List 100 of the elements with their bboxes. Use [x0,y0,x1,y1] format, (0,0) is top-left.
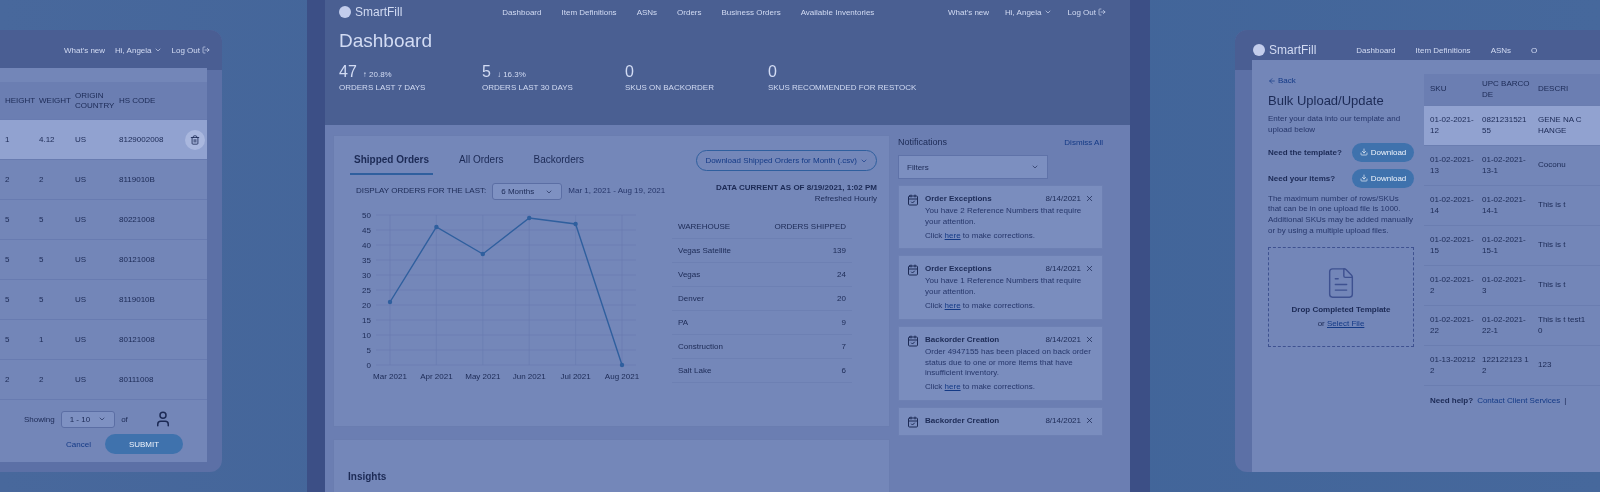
nav-link[interactable]: Log Out [171,45,210,55]
nav-link[interactable]: What's new [947,7,990,17]
data-timestamp: DATA CURRENT AS OF 8/19/2021, 1:02 PM [716,183,877,192]
nav-link[interactable]: What's new [63,45,106,55]
notification-title: Order Exceptions [925,264,992,274]
table-row[interactable]: 01-13-202122 122122123 12 123 [1424,346,1600,386]
stat-label: SKUS RECOMMENDED FOR RESTOCK [768,83,918,92]
axis-tick-label: Mar 2021 [373,372,407,381]
pagination-label: Showing [24,414,55,424]
select-file-text: or Select File [1317,318,1365,328]
table-cell-text: This is t [1538,200,1567,211]
nav-link[interactable]: Hi, Angela [1005,7,1052,17]
stat-change: ↓ 16.3% [496,70,526,79]
table-row[interactable]: 2 2 US 8119010B [0,160,207,200]
tab[interactable]: All Orders [455,146,508,175]
axis-tick-label: 25 [362,286,371,295]
table-row[interactable]: 5 5 US 80221008 [0,200,207,240]
notification-message: You have 2 Reference Numbers that require your attention. [925,206,1083,228]
data-point [434,224,439,230]
nav-link[interactable]: ASNs [636,7,658,17]
range-label: DISPLAY ORDERS FOR THE LAST: [356,186,487,195]
tab[interactable]: Backorders [529,146,589,175]
notification-title: Backorder Creation [925,334,1000,344]
table-cell-text: This is t [1538,240,1567,251]
nav-link[interactable]: ASNs [1490,45,1512,55]
panel-title: Notifications [898,137,948,147]
table-row[interactable]: 5 1 US 80121008 [0,320,207,360]
nav-link[interactable]: Item Definitions [1415,45,1471,55]
table-cell-text: 5 [5,215,11,224]
close-icon[interactable] [1085,415,1094,425]
table-cell-text: 8129002008 [119,135,165,144]
tab[interactable]: Shipped Orders [350,146,433,175]
table-row[interactable]: 01-02-2021-14 01-02-2021-14-1 This is t [1424,186,1600,226]
contact-link[interactable]: Contact Client Services [1477,396,1561,405]
nav-link[interactable]: Available Inventories [800,7,875,17]
table-cell-text: US [75,375,88,384]
notification-message: Order 4947155 has been placed on back order status due to one or more items that have insufficient inventory. [925,346,1092,380]
here-link[interactable]: here [944,382,961,392]
nav-link[interactable]: Orders [677,7,702,17]
here-link[interactable]: here [944,301,961,310]
close-icon[interactable] [1085,264,1094,274]
table-cell: 7 [841,342,846,351]
table-row[interactable]: 01-02-2021-22 01-02-2021-22-1 This is t test10 [1424,306,1600,346]
table-cell-text: 2 [39,375,45,384]
download-button[interactable]: Download [1352,168,1414,188]
delete-button[interactable] [185,129,205,150]
column-header: SKU [1430,84,1448,95]
axis-tick-label: Apr 2021 [420,372,453,381]
calendar-icon [907,264,919,277]
table-row[interactable]: 5 5 US 8119010B [0,280,207,320]
page-size-select[interactable]: 1 - 10 [60,410,116,428]
here-link[interactable]: here [944,230,961,240]
table-cell-text: 5 [5,335,11,344]
table-cell-text: 5 [39,215,45,224]
table-cell-text: 5 [5,255,11,264]
table-cell-text: 01-02-2021-14-1 [1482,195,1527,216]
table-cell-text: 2 [5,375,11,384]
table-row[interactable]: 01-02-2021-13 01-02-2021-13-1 Coconu [1424,146,1600,186]
logo-text: SmartFill [355,5,403,19]
download-button[interactable]: Download [1352,142,1414,162]
drop-zone[interactable]: Drop Completed Template or Select File [1268,246,1414,347]
caret-icon [153,46,162,54]
table-cell-text: 01-02-2021-13-1 [1482,155,1527,176]
back-link[interactable]: Back [1268,76,1414,85]
table-row[interactable]: 01-02-2021-15 01-02-2021-15-1 This is t [1424,226,1600,266]
close-icon[interactable] [1085,194,1094,203]
table-row[interactable]: 01-02-2021-12 082123152155 GENE NA CHANGE [1424,106,1600,146]
data-point [619,362,625,368]
table-cell-text: US [75,255,88,264]
submit-button[interactable]: SUBMIT [105,434,183,454]
axis-tick-label: 50 [362,211,371,220]
table-row[interactable]: 5 5 US 80121008 [0,240,207,280]
stat-value: 47 [339,63,357,81]
filter-select[interactable]: Filters [898,155,1048,179]
column-header: ORDERS SHIPPED [774,221,846,232]
range-select[interactable]: 6 Months [492,183,563,200]
nav-link[interactable]: O [1531,45,1538,55]
table-row[interactable]: 2 2 US 80111008 [0,360,207,400]
nav-link[interactable]: Hi, Angela [115,45,162,55]
date-range: Mar 1, 2021 - Aug 19, 2021 [568,186,666,195]
nav-link[interactable]: Log Out [1067,7,1106,17]
notification-date: 8/14/2021 [1045,334,1081,344]
table-cell: PA [678,318,689,327]
axis-tick-label: 15 [362,316,371,325]
nav-link[interactable]: Item Definitions [561,7,617,17]
table-cell-text: 80111008 [119,375,155,384]
dismiss-link[interactable]: Dismiss All [1064,137,1103,147]
nav-link[interactable]: Dashboard [1356,45,1396,55]
stat-value: 0 [768,63,777,81]
table-row[interactable]: 01-02-2021-2 01-02-2021-3 This is t [1424,266,1600,306]
close-icon[interactable] [1085,334,1094,344]
cancel-link[interactable]: Cancel [66,439,91,449]
select-file-link[interactable]: Select File [1327,318,1365,328]
nav-link[interactable]: Business Orders [721,7,781,17]
table-row[interactable]: 1 4.12 US 8129002008 [0,120,207,160]
table-cell-text: 80121008 [119,335,156,344]
trash-icon [190,134,200,145]
nav-link[interactable]: Dashboard [502,7,542,17]
drop-title: Drop Completed Template [1291,304,1391,314]
notification-message: Click here to make corrections. [925,301,1036,312]
